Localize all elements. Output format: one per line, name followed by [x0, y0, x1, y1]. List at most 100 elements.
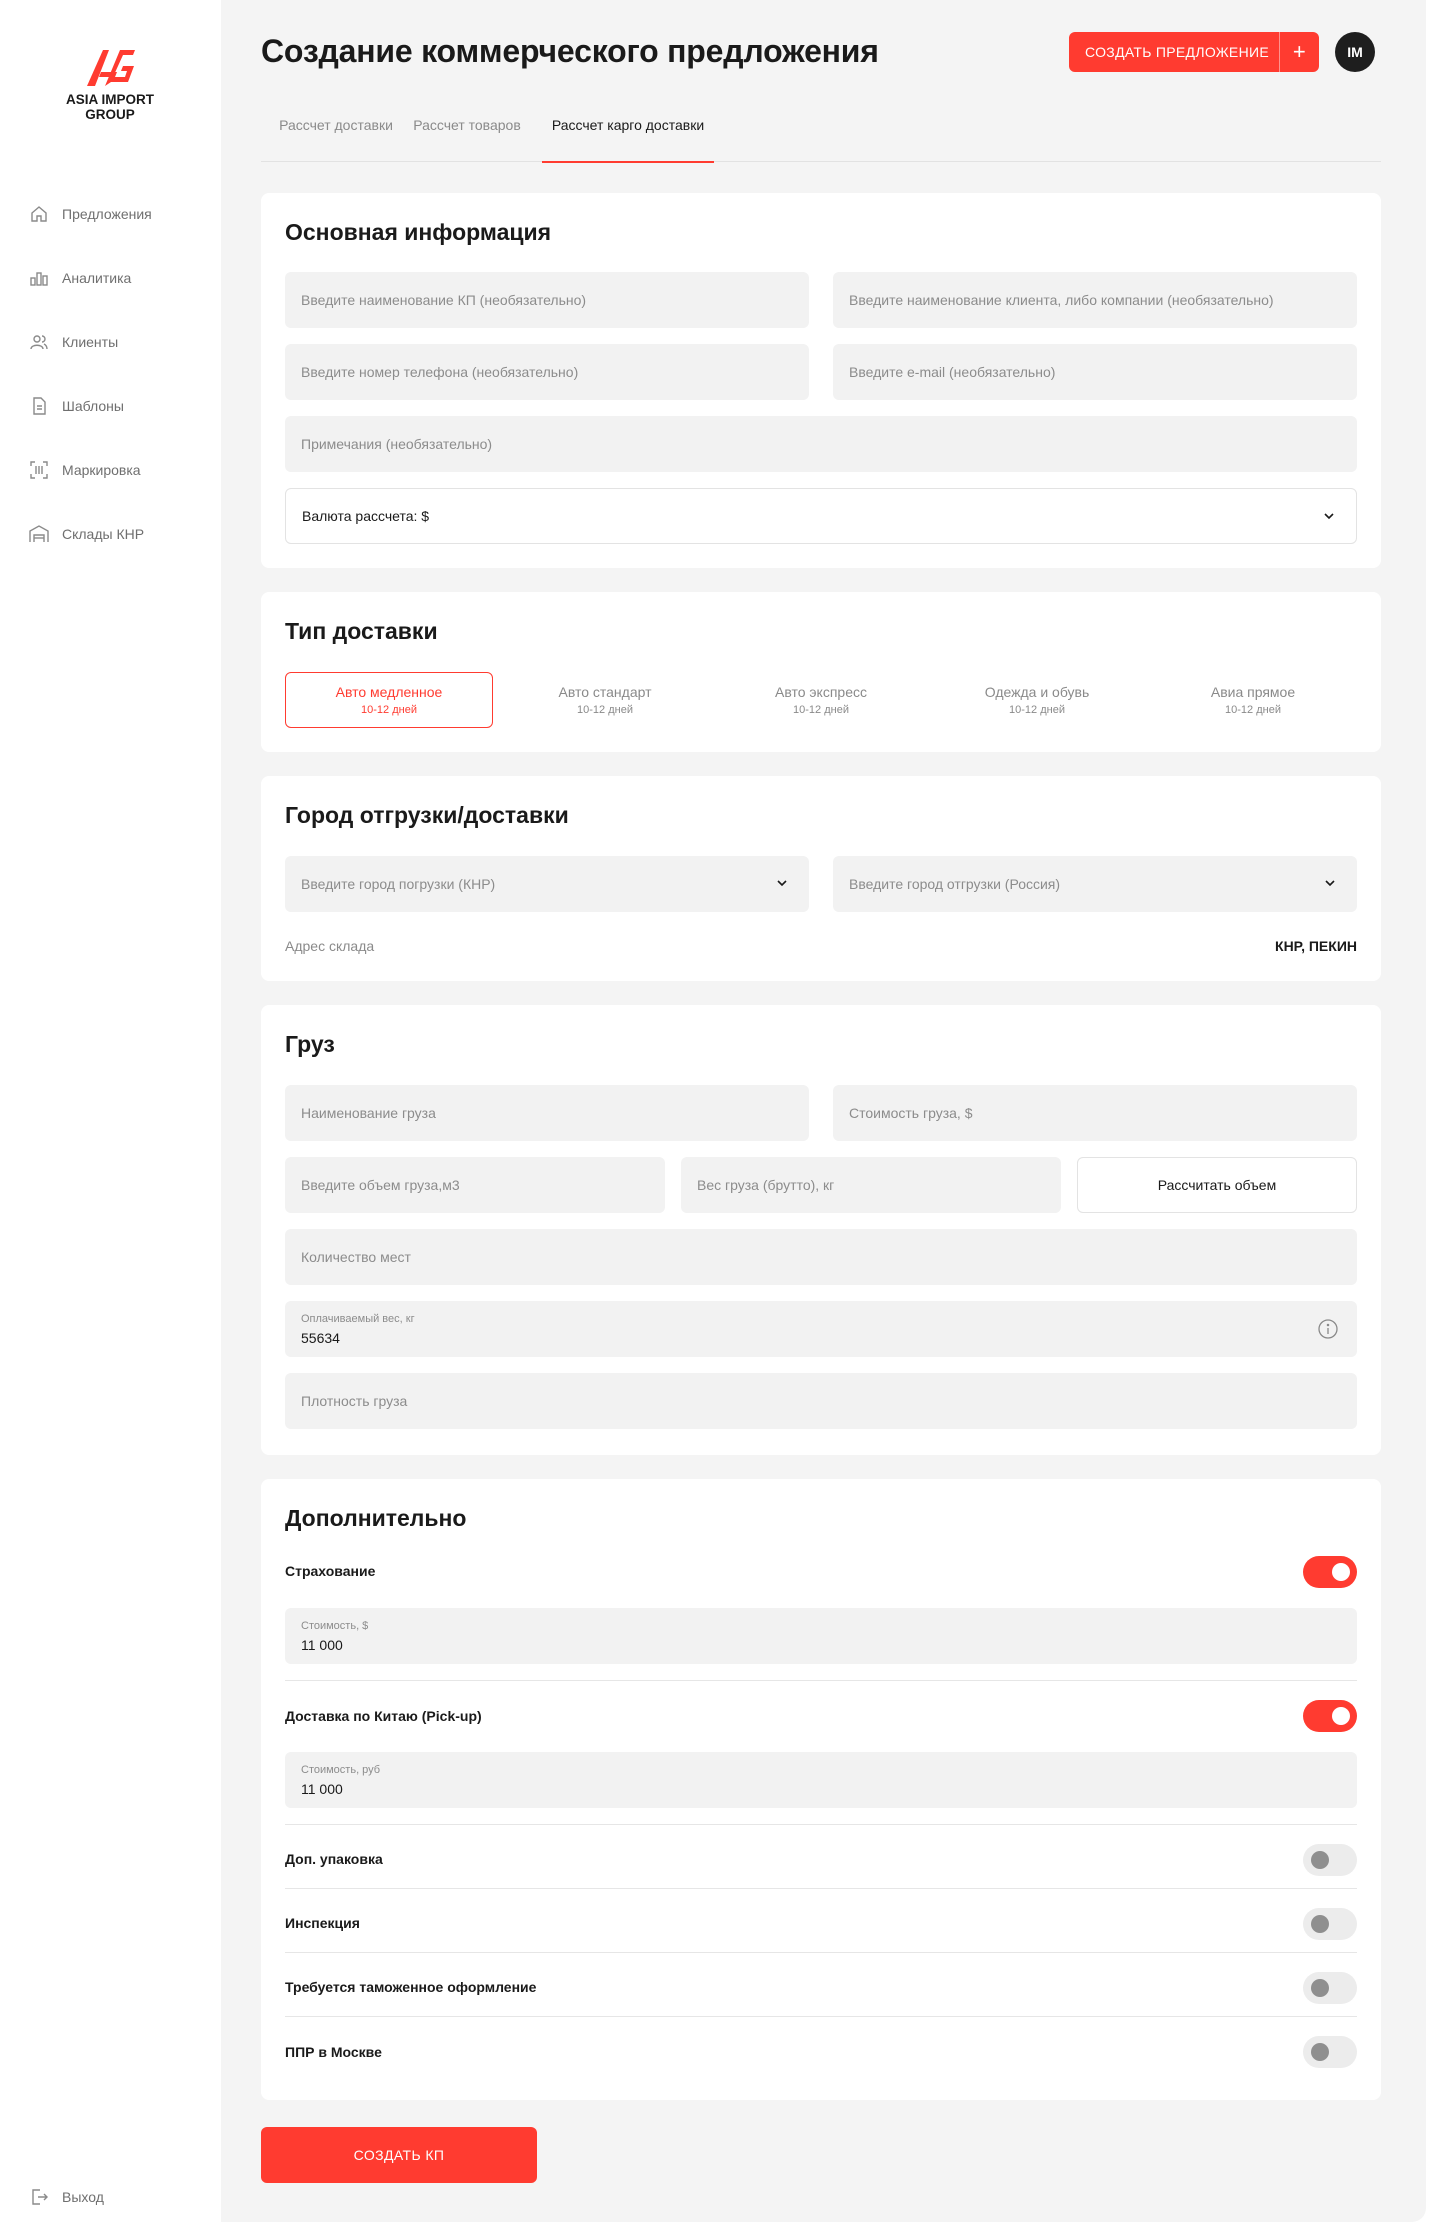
toggle-knob	[1332, 1707, 1350, 1725]
document-icon	[28, 395, 50, 417]
divider	[285, 1680, 1357, 1681]
basic-info-title: Основная информация	[285, 219, 552, 245]
insurance-cost-label: Стоимость, $	[301, 1619, 369, 1632]
pickup-toggle[interactable]	[1303, 1700, 1357, 1732]
sidebar-item-marking[interactable]: Маркировка	[0, 438, 221, 502]
delivery-option-name: Авто медленное	[335, 684, 443, 700]
page-title: Создание коммерческого предложения	[261, 33, 879, 69]
warehouse-icon	[28, 523, 50, 545]
main-content: Создание коммерческого предложения СОЗДА…	[221, 0, 1426, 2222]
packing-label: Доп. упаковка	[285, 1851, 383, 1867]
delivery-option-clothes-shoes[interactable]: Одежда и обувь 10-12 дней	[933, 672, 1141, 728]
cargo-name-input[interactable]: Наименование груза	[285, 1085, 809, 1141]
cargo-weight-input[interactable]: Вес груза (брутто), кг	[681, 1157, 1061, 1213]
cargo-card: Груз Наименование груза Стоимость груза,…	[261, 1005, 1381, 1455]
extra-title: Дополнительно	[285, 1505, 467, 1531]
basic-info-card: Основная информация Введите наименование…	[261, 193, 1381, 568]
sidebar-item-logout[interactable]: Выход	[0, 2165, 221, 2229]
toggle-knob	[1311, 1979, 1329, 1997]
sidebar: ASIA IMPORT GROUP Предложения Аналитика …	[0, 0, 221, 2230]
shipping-city-placeholder: Введите город отгрузки (Россия)	[849, 876, 1061, 892]
logout-label: Выход	[62, 2189, 104, 2205]
sidebar-item-analytics[interactable]: Аналитика	[0, 246, 221, 310]
currency-select[interactable]: Валюта рассчета: $	[285, 488, 1357, 544]
delivery-option-auto-express[interactable]: Авто экспресс 10-12 дней	[717, 672, 925, 728]
divider	[285, 1952, 1357, 1953]
sidebar-item-label: Клиенты	[62, 334, 119, 350]
packing-toggle[interactable]	[1303, 1844, 1357, 1876]
create-kp-button[interactable]: СОЗДАТЬ КП	[261, 2127, 537, 2183]
chevron-down-icon	[1323, 876, 1337, 893]
brand-name-line1: ASIA IMPORT	[65, 92, 154, 107]
sidebar-item-label: Аналитика	[62, 270, 132, 286]
pickup-label: Доставка по Китаю (Pick-up)	[285, 1708, 482, 1724]
client-name-input[interactable]: Введите наименование клиента, либо компа…	[833, 272, 1357, 328]
paid-weight-label: Оплачиваемый вес, кг	[301, 1312, 415, 1325]
paid-weight-input[interactable]: Оплачиваемый вес, кг 55634	[285, 1301, 1357, 1357]
avatar[interactable]: IM	[1335, 32, 1375, 72]
currency-select-value: Валюта рассчета: $	[302, 508, 430, 524]
sidebar-item-clients[interactable]: Клиенты	[0, 310, 221, 374]
ppr-toggle[interactable]	[1303, 2036, 1357, 2068]
divider	[285, 1888, 1357, 1889]
places-count-input[interactable]: Количество мест	[285, 1229, 1357, 1285]
cargo-title: Груз	[285, 1031, 335, 1057]
delivery-option-days: 10-12 дней	[361, 704, 417, 716]
divider	[285, 2016, 1357, 2017]
calculate-volume-button[interactable]: Рассчитать объем	[1077, 1157, 1357, 1213]
delivery-type-card: Тип доставки Авто медленное 10-12 дней А…	[261, 592, 1381, 752]
delivery-option-days: 10-12 дней	[1009, 704, 1065, 716]
cargo-density-input[interactable]: Плотность груза	[285, 1373, 1357, 1429]
phone-input[interactable]: Введите номер телефона (необязательно)	[285, 344, 809, 400]
brand-logo[interactable]: ASIA IMPORT GROUP	[50, 44, 170, 122]
create-offer-label: СОЗДАТЬ ПРЕДЛОЖЕНИЕ	[1085, 44, 1269, 60]
delivery-option-days: 10-12 дней	[577, 704, 633, 716]
chevron-down-icon	[775, 876, 789, 893]
email-input[interactable]: Введите e-mail (необязательно)	[833, 344, 1357, 400]
sidebar-item-templates[interactable]: Шаблоны	[0, 374, 221, 438]
create-offer-button[interactable]: СОЗДАТЬ ПРЕДЛОЖЕНИЕ +	[1069, 32, 1319, 72]
delivery-option-air-direct[interactable]: Авиа прямое 10-12 дней	[1149, 672, 1357, 728]
warehouse-address-label: Адрес склада	[285, 938, 375, 954]
pickup-cost-value: 11 000	[301, 1780, 343, 1797]
toggle-knob	[1311, 1851, 1329, 1869]
delivery-option-name: Авто экспресс	[775, 684, 867, 700]
loading-city-select[interactable]: Введите город погрузки (КНР)	[285, 856, 809, 912]
shipping-city-select[interactable]: Введите город отгрузки (Россия)	[833, 856, 1357, 912]
city-card: Город отгрузки/доставки Введите город по…	[261, 776, 1381, 981]
notes-input[interactable]: Примечания (необязательно)	[285, 416, 1357, 472]
delivery-option-name: Авто стандарт	[558, 684, 652, 700]
sidebar-item-warehouses[interactable]: Склады КНР	[0, 502, 221, 566]
pickup-cost-input[interactable]: Стоимость, руб 11 000	[285, 1752, 1357, 1808]
sidebar-item-offers[interactable]: Предложения	[0, 182, 221, 246]
tab-delivery-calc[interactable]: Рассчет доставки	[276, 100, 396, 162]
delivery-option-days: 10-12 дней	[1225, 704, 1281, 716]
delivery-option-days: 10-12 дней	[793, 704, 849, 716]
insurance-toggle[interactable]	[1303, 1556, 1357, 1588]
toggle-knob	[1311, 1915, 1329, 1933]
users-icon	[28, 331, 50, 353]
info-icon[interactable]	[1317, 1318, 1339, 1343]
insurance-cost-value: 11 000	[301, 1636, 343, 1653]
tab-cargo-delivery-calc[interactable]: Рассчет карго доставки	[542, 100, 714, 163]
delivery-option-auto-slow[interactable]: Авто медленное 10-12 дней	[285, 672, 493, 728]
logout-area: Выход	[0, 2165, 221, 2229]
tab-goods-calc[interactable]: Рассчет товаров	[409, 100, 525, 162]
cargo-cost-input[interactable]: Стоимость груза, $	[833, 1085, 1357, 1141]
toggle-knob	[1332, 1563, 1350, 1581]
insurance-cost-input[interactable]: Стоимость, $ 11 000	[285, 1608, 1357, 1664]
city-title: Город отгрузки/доставки	[285, 802, 569, 828]
barcode-scan-icon	[28, 459, 50, 481]
inspection-toggle[interactable]	[1303, 1908, 1357, 1940]
extra-card: Дополнительно Страхование Стоимость, $ 1…	[261, 1479, 1381, 2100]
customs-label: Требуется таможенное оформление	[285, 1979, 537, 1995]
kp-name-input[interactable]: Введите наименование КП (необязательно)	[285, 272, 809, 328]
cargo-volume-input[interactable]: Введите объем груза,м3	[285, 1157, 665, 1213]
divider	[285, 1824, 1357, 1825]
brand-name: ASIA IMPORT GROUP	[50, 92, 170, 122]
customs-toggle[interactable]	[1303, 1972, 1357, 2004]
brand-name-line2: GROUP	[85, 107, 135, 122]
delivery-option-auto-standard[interactable]: Авто стандарт 10-12 дней	[501, 672, 709, 728]
logout-icon	[28, 2186, 50, 2208]
insurance-label: Страхование	[285, 1563, 376, 1579]
